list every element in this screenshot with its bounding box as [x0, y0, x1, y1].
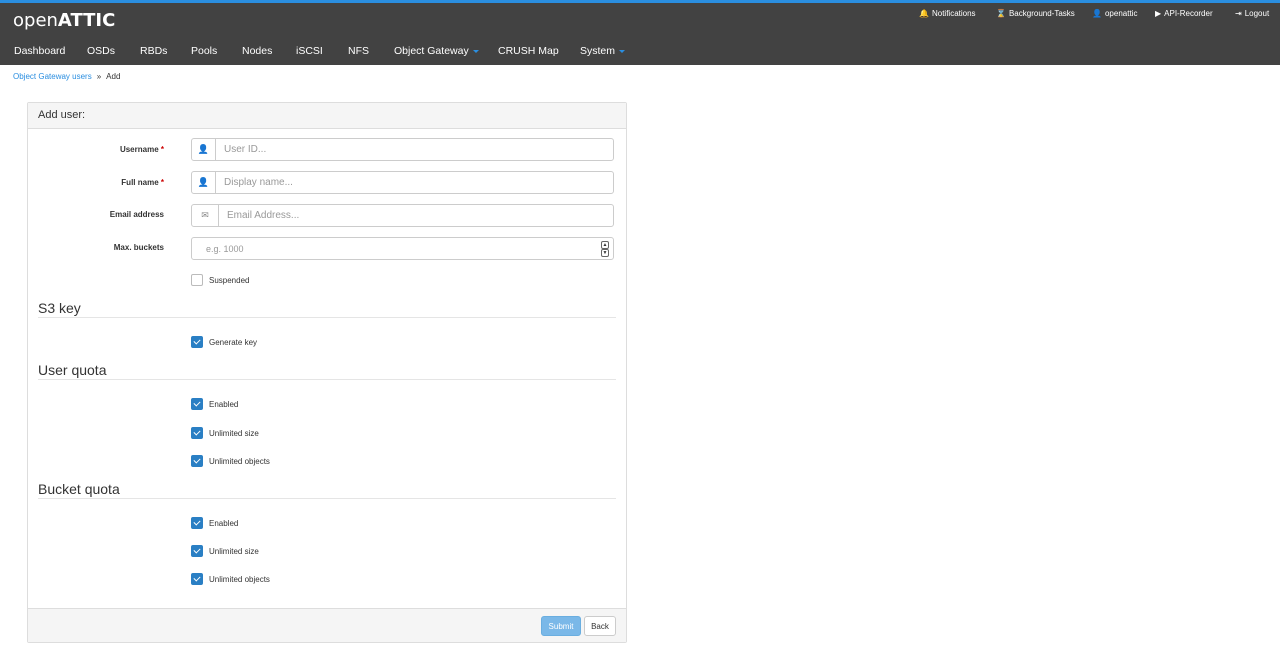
nav-object-gateway[interactable]: Object Gateway — [394, 45, 479, 57]
bell-icon: 🔔 — [919, 9, 929, 18]
max-buckets-label: Max. buckets — [113, 243, 164, 252]
nav-system[interactable]: System — [580, 45, 626, 57]
breadcrumb: Object Gateway users » Add — [13, 72, 120, 81]
logout-icon: ⇥ — [1235, 9, 1242, 18]
envelope-icon: ✉ — [192, 205, 219, 226]
number-spinner[interactable]: ▲ ▼ — [600, 238, 610, 259]
bucket-quota-unlimited-objects-checkbox[interactable] — [191, 573, 203, 585]
bucket-quota-enabled-checkbox[interactable] — [191, 517, 203, 529]
user-menu-link[interactable]: 👤 openattic — [1092, 9, 1137, 18]
user-quota-enabled-row[interactable]: Enabled — [191, 398, 238, 410]
user-quota-unlimited-size-checkbox[interactable] — [191, 427, 203, 439]
logo-text-open: open — [13, 10, 58, 31]
breadcrumb-separator: » — [96, 72, 102, 81]
openattic-logo[interactable]: openATTIC — [13, 10, 115, 31]
add-user-panel: Add user: Username * 👤 User ID... Full n… — [27, 102, 627, 643]
fullname-input[interactable]: Display name... — [216, 172, 613, 193]
api-recorder-link[interactable]: ▶ API-Recorder — [1155, 9, 1213, 18]
nav-rbds[interactable]: RBDs — [140, 45, 167, 57]
user-icon: 👤 — [192, 172, 216, 193]
max-buckets-input[interactable]: e.g. 1000 — [192, 238, 600, 259]
logout-link[interactable]: ⇥ Logout — [1235, 9, 1269, 18]
email-label: Email address — [109, 210, 164, 219]
breadcrumb-current: Add — [106, 72, 121, 81]
s3-key-heading: S3 key — [38, 300, 616, 318]
suspended-checkbox-row[interactable]: Suspended — [191, 274, 249, 286]
email-input[interactable]: Email Address... — [219, 205, 613, 226]
max-buckets-field[interactable]: e.g. 1000 ▲ ▼ — [191, 237, 614, 260]
spin-up-icon[interactable]: ▲ — [601, 240, 609, 249]
play-icon: ▶ — [1155, 9, 1162, 18]
user-quota-enabled-checkbox[interactable] — [191, 398, 203, 410]
email-field[interactable]: ✉ Email Address... — [191, 204, 614, 227]
username-field[interactable]: 👤 User ID... — [191, 138, 614, 161]
top-navbar: openATTIC 🔔 Notifications ⌛ Background-T… — [0, 0, 1280, 65]
user-quota-heading: User quota — [38, 362, 616, 380]
back-button[interactable]: Back — [584, 616, 616, 636]
spin-down-icon[interactable]: ▼ — [601, 248, 609, 257]
nav-osds[interactable]: OSDs — [87, 45, 115, 57]
chevron-down-icon — [472, 49, 479, 53]
nav-nfs[interactable]: NFS — [348, 45, 369, 57]
bucket-quota-unlimited-size-checkbox[interactable] — [191, 545, 203, 557]
user-quota-unlimited-objects-row[interactable]: Unlimited objects — [191, 455, 270, 467]
nav-pools[interactable]: Pools — [191, 45, 217, 57]
username-label: Username * — [119, 145, 164, 154]
notifications-link[interactable]: 🔔 Notifications — [919, 9, 976, 18]
generate-key-checkbox-row[interactable]: Generate key — [191, 336, 257, 348]
user-quota-unlimited-objects-checkbox[interactable] — [191, 455, 203, 467]
nav-iscsi[interactable]: iSCSI — [296, 45, 323, 57]
nav-crush-map[interactable]: CRUSH Map — [498, 45, 559, 57]
panel-footer: Submit Back — [28, 608, 626, 642]
generate-key-checkbox[interactable] — [191, 336, 203, 348]
submit-button[interactable]: Submit — [541, 616, 581, 636]
user-quota-unlimited-size-row[interactable]: Unlimited size — [191, 427, 259, 439]
user-icon: 👤 — [1092, 9, 1102, 18]
suspended-checkbox[interactable] — [191, 274, 203, 286]
bucket-quota-unlimited-size-row[interactable]: Unlimited size — [191, 545, 259, 557]
bucket-quota-heading: Bucket quota — [38, 481, 616, 499]
logo-text-attic: ATTIC — [57, 10, 116, 31]
nav-nodes[interactable]: Nodes — [242, 45, 272, 57]
username-input[interactable]: User ID... — [216, 139, 613, 160]
hourglass-icon: ⌛ — [996, 9, 1006, 18]
chevron-down-icon — [619, 49, 626, 53]
panel-title: Add user: — [28, 103, 626, 129]
nav-dashboard[interactable]: Dashboard — [14, 45, 65, 57]
background-tasks-link[interactable]: ⌛ Background-Tasks — [996, 9, 1075, 18]
bucket-quota-unlimited-objects-row[interactable]: Unlimited objects — [191, 573, 270, 585]
user-icon: 👤 — [192, 139, 216, 160]
fullname-label: Full name * — [121, 178, 164, 187]
bucket-quota-enabled-row[interactable]: Enabled — [191, 517, 238, 529]
fullname-field[interactable]: 👤 Display name... — [191, 171, 614, 194]
breadcrumb-parent-link[interactable]: Object Gateway users — [13, 72, 92, 81]
